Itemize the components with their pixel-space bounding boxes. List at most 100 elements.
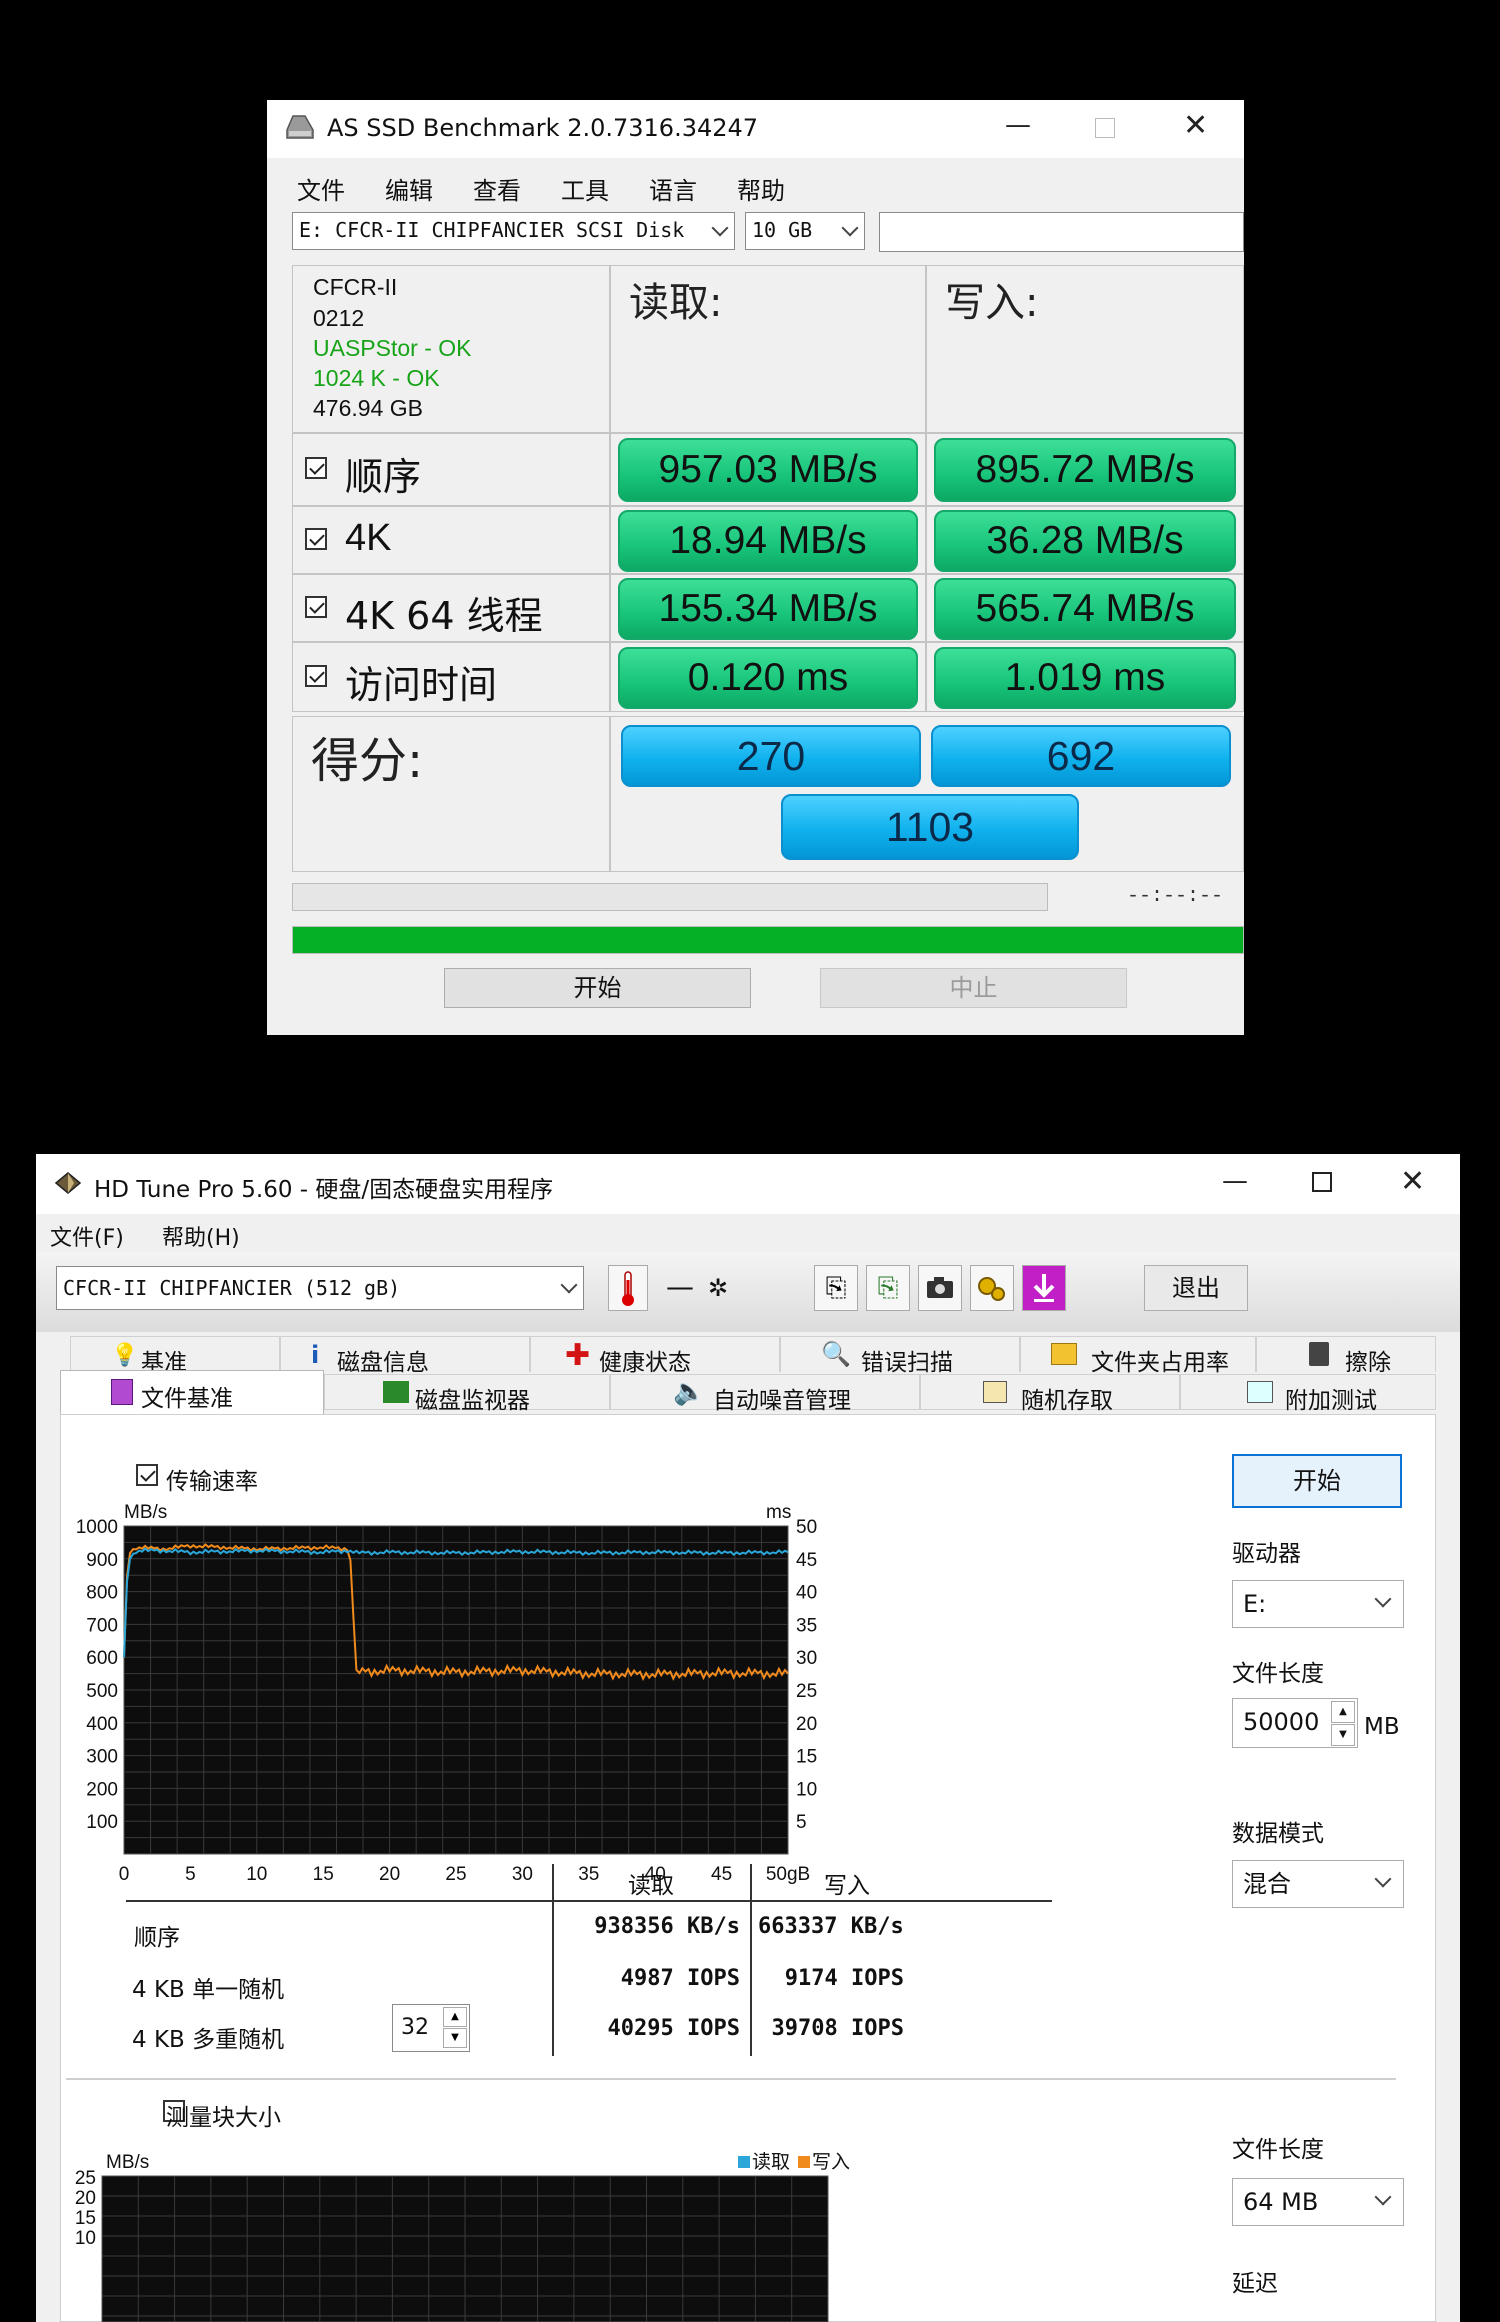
tab-error-scan[interactable]: 🔍 错误扫描	[780, 1336, 1020, 1376]
y2-tick-label: 20	[796, 1714, 817, 1735]
row-access-label: 访问时间	[345, 663, 498, 707]
row-access-checkbox[interactable]	[305, 665, 327, 687]
tab-random-access[interactable]: 随机存取	[920, 1374, 1180, 1414]
tab-erase-label: 擦除	[1345, 1350, 1391, 1376]
hd-tune-titlebar: HD Tune Pro 5.60 - 硬盘/固态硬盘实用程序 — ✕	[36, 1154, 1460, 1214]
tab-file-benchmark[interactable]: 文件基准	[60, 1370, 324, 1414]
x-tick-label: 0	[119, 1864, 130, 1885]
write-header-cell: 写入:	[926, 265, 1244, 433]
chevron-down-icon	[1374, 1590, 1392, 1608]
hd-drive-select[interactable]: CFCR-II CHIPFANCIER (512 gB)	[56, 1266, 584, 1310]
maximize-button[interactable]	[1312, 1172, 1332, 1192]
y2-tick-label: 50	[796, 1517, 817, 1538]
legend-read-swatch	[738, 2156, 750, 2168]
copy-image-icon[interactable]: ⎘	[866, 1265, 910, 1311]
options-gear-icon[interactable]	[970, 1265, 1014, 1311]
disk-app-icon	[285, 114, 315, 144]
drive-select[interactable]: E: CFCR-II CHIPFANCIER SCSI Disk	[292, 212, 735, 250]
y2-tick-label: 5	[796, 1812, 807, 1833]
drive-letter-value: E:	[1243, 1590, 1267, 1618]
size-select[interactable]: 10 GB	[745, 212, 865, 250]
y2-tick-label: 25	[796, 1681, 817, 1702]
score-values-cell: 270 692 1103	[610, 716, 1244, 872]
maximize-button[interactable]	[1095, 118, 1115, 138]
hd-tune-title: HD Tune Pro 5.60 - 硬盘/固态硬盘实用程序	[94, 1177, 554, 1203]
tab-disk-monitor[interactable]: 磁盘监视器	[324, 1374, 610, 1414]
row-seq-checkbox[interactable]	[305, 457, 327, 479]
y2-tick-label: 35	[796, 1615, 817, 1636]
close-button[interactable]: ✕	[1400, 1164, 1425, 1199]
trash-icon	[1309, 1342, 1329, 1366]
tab-folder-usage[interactable]: 文件夹占用率	[1020, 1336, 1256, 1376]
tab-aam[interactable]: 🔈 自动噪音管理	[610, 1374, 920, 1414]
menu-file[interactable]: 文件(F)	[50, 1220, 124, 1252]
status-textbox[interactable]	[879, 212, 1244, 252]
test-progress-bar	[292, 883, 1048, 911]
score-total: 1103	[781, 794, 1079, 860]
row-seq-label-cell: 顺序	[292, 433, 610, 506]
copy-text-icon[interactable]: ⎘	[814, 1265, 858, 1311]
drive-driver-status: UASPStor - OK	[313, 335, 472, 361]
start-button[interactable]: 开始	[444, 968, 751, 1008]
stepper-up-icon[interactable]: ▲	[1331, 1701, 1355, 1723]
menu-edit[interactable]: 编辑	[385, 171, 433, 206]
tab-erase[interactable]: 擦除	[1256, 1336, 1436, 1376]
block-file-length-select[interactable]: 64 MB	[1232, 2178, 1404, 2226]
data-mode-select[interactable]: 混合	[1232, 1860, 1404, 1908]
menu-language[interactable]: 语言	[649, 171, 697, 206]
legend-write-swatch	[798, 2156, 810, 2168]
result-seq-label: 顺序	[134, 1925, 180, 1951]
camera-icon[interactable]	[918, 1265, 962, 1311]
benchmark-start-button[interactable]: 开始	[1232, 1454, 1402, 1508]
y-tick-label: 15	[75, 2208, 96, 2229]
monitor-chart-icon	[383, 1381, 409, 1403]
menu-help[interactable]: 帮助	[737, 171, 785, 206]
delay-label: 延迟	[1232, 2271, 1278, 2297]
tab-extra-tests[interactable]: 附加测试	[1180, 1374, 1436, 1414]
close-button[interactable]: ✕	[1183, 108, 1208, 143]
tab-benchmark[interactable]: 💡 基准	[70, 1336, 280, 1376]
menu-tools[interactable]: 工具	[561, 171, 609, 206]
tab-disk-info[interactable]: i 磁盘信息	[280, 1336, 530, 1376]
tab-aam-label: 自动噪音管理	[713, 1388, 851, 1414]
file-length-stepper[interactable]: 50000 ▲ ▼	[1232, 1698, 1358, 1748]
temperature-unit-icon: ✲	[708, 1274, 729, 1302]
y2-tick-label: 15	[796, 1747, 817, 1768]
queue-depth-stepper[interactable]: 32 ▲ ▼	[392, 2004, 470, 2052]
data-mode-label: 数据模式	[1232, 1821, 1324, 1847]
result-4k-multi-label: 4 KB 多重随机	[132, 2027, 285, 2053]
tab-health[interactable]: ✚ 健康状态	[530, 1336, 780, 1376]
menu-help[interactable]: 帮助(H)	[162, 1220, 240, 1252]
tab-disk-monitor-label: 磁盘监视器	[415, 1388, 530, 1414]
save-down-arrow-icon[interactable]	[1022, 1265, 1066, 1311]
extra-tests-icon	[1247, 1381, 1273, 1403]
stepper-down-icon[interactable]: ▼	[1331, 1724, 1355, 1746]
y2-tick-label: 40	[796, 1583, 817, 1604]
transfer-rate-checkbox[interactable]	[136, 1464, 158, 1486]
tab-disk-info-label: 磁盘信息	[337, 1350, 429, 1376]
bulb-icon: 💡	[111, 1343, 139, 1368]
result-seq-write: 663337 KB/s	[758, 1914, 904, 1939]
hd-drive-select-value: CFCR-II CHIPFANCIER (512 gB)	[63, 1276, 401, 1300]
stepper-up-icon[interactable]: ▲	[443, 2007, 467, 2027]
menu-file[interactable]: 文件	[297, 171, 345, 206]
minimize-button[interactable]: —	[1005, 110, 1031, 140]
row-4k64-checkbox[interactable]	[305, 596, 327, 618]
row-access-write-cell: 1.019 ms	[926, 642, 1244, 712]
row-4k-checkbox[interactable]	[305, 528, 327, 550]
tab-random-access-label: 随机存取	[1021, 1388, 1113, 1414]
stepper-down-icon[interactable]: ▼	[443, 2028, 467, 2048]
tab-health-label: 健康状态	[599, 1350, 691, 1376]
row-access-write-value: 1.019 ms	[934, 647, 1236, 709]
stop-button[interactable]: 中止	[820, 968, 1127, 1008]
menu-view[interactable]: 查看	[473, 171, 521, 206]
row-4k-label: 4K	[345, 517, 392, 559]
y-axis-unit-right: ms	[766, 1502, 791, 1523]
y-tick-label: 900	[86, 1550, 118, 1571]
drive-letter-select[interactable]: E:	[1232, 1580, 1404, 1628]
magnifier-icon: 🔍	[821, 1340, 851, 1368]
exit-button[interactable]: 退出	[1144, 1265, 1248, 1311]
drive-firmware: 0212	[313, 305, 365, 331]
minimize-button[interactable]: —	[1222, 1166, 1248, 1196]
as-ssd-menubar: 文件 编辑 查看 工具 语言 帮助	[267, 158, 1244, 208]
